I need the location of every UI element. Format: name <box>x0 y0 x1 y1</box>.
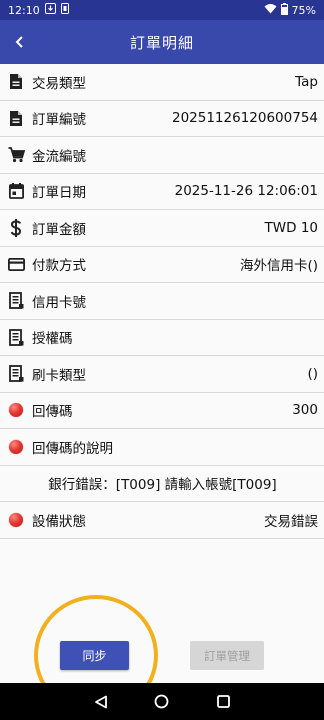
circle-home-icon <box>155 694 169 709</box>
order-detail-list: 交易類型 Tap 訂單編號 20251126120600754 金流編號 訂單日… <box>0 64 324 539</box>
order-management-button[interactable]: 訂單管理 <box>190 641 264 670</box>
row-error-message: 銀行錯誤：[T009] 請輸入帳號[T009] <box>0 466 324 502</box>
row-payment-method: 付款方式 海外信用卡() <box>0 247 324 283</box>
row-label: 刷卡類型 <box>32 367 86 384</box>
row-payment-flow-number: 金流編號 <box>0 137 324 174</box>
row-label: 授權碼 <box>32 331 73 348</box>
red-dot-icon <box>7 511 25 529</box>
receipt-icon <box>7 292 25 310</box>
row-label: 訂單編號 <box>32 112 86 129</box>
row-order-number: 訂單編號 20251126120600754 <box>0 101 324 137</box>
receipt-icon <box>7 328 25 346</box>
row-label: 訂單日期 <box>32 185 86 202</box>
row-value: 海外信用卡() <box>239 258 318 275</box>
row-label: 回傳碼 <box>32 404 73 421</box>
row-value: 300 <box>292 402 318 419</box>
row-value: 2025-11-26 12:06:01 <box>174 183 318 200</box>
wifi-icon <box>264 3 277 17</box>
row-value: 交易錯誤 <box>264 513 318 530</box>
back-button[interactable] <box>6 28 34 56</box>
app-bar: 訂單明細 <box>0 20 324 64</box>
download-notification-icon <box>44 3 56 17</box>
page-title: 訂單明細 <box>129 33 194 52</box>
status-bar: 12:10 75% <box>0 0 324 20</box>
chevron-left-icon <box>15 36 23 48</box>
row-label: 設備狀態 <box>32 513 86 530</box>
red-dot-icon <box>7 401 25 419</box>
row-label: 訂單金額 <box>32 221 86 238</box>
sim-notification-icon <box>60 3 69 17</box>
row-label: 交易類型 <box>32 75 86 92</box>
row-transaction-type: 交易類型 Tap <box>0 64 324 101</box>
system-navigation-bar <box>0 683 324 720</box>
row-authorization-code: 授權碼 <box>0 320 324 356</box>
square-recents-icon <box>216 695 230 708</box>
row-return-code: 回傳碼 300 <box>0 393 324 429</box>
row-device-status: 設備狀態 交易錯誤 <box>0 502 324 539</box>
sync-button[interactable]: 同步 <box>60 641 129 670</box>
row-return-code-description: 回傳碼的說明 <box>0 429 324 466</box>
row-order-amount: 訂單金額 TWD 10 <box>0 210 324 247</box>
status-time: 12:10 <box>8 3 40 17</box>
row-value: TWD 10 <box>264 219 318 236</box>
row-label: 回傳碼的說明 <box>32 440 113 457</box>
cart-icon <box>7 146 25 164</box>
calendar-icon <box>7 182 25 200</box>
triangle-back-icon <box>94 695 107 708</box>
nav-home-button[interactable] <box>150 690 174 714</box>
row-label: 付款方式 <box>32 258 86 275</box>
row-value: 20251126120600754 <box>171 110 318 127</box>
credit-card-icon <box>7 255 25 273</box>
row-card-number: 信用卡號 <box>0 283 324 320</box>
document-icon <box>7 109 25 127</box>
row-order-date: 訂單日期 2025-11-26 12:06:01 <box>0 174 324 210</box>
battery-percent: 75% <box>291 3 316 17</box>
red-dot-icon <box>7 438 25 456</box>
row-value: () <box>307 365 318 382</box>
nav-back-button[interactable] <box>89 690 113 714</box>
row-label: 信用卡號 <box>32 294 86 311</box>
receipt-icon <box>7 365 25 383</box>
row-label: 金流編號 <box>32 148 86 165</box>
dollar-icon <box>7 218 25 237</box>
error-message-text: 銀行錯誤：[T009] 請輸入帳號[T009] <box>48 477 277 494</box>
row-card-type: 刷卡類型 () <box>0 356 324 393</box>
nav-recents-button[interactable] <box>211 690 235 714</box>
document-icon <box>7 73 25 91</box>
battery-icon <box>280 2 288 18</box>
row-value: Tap <box>295 73 318 90</box>
